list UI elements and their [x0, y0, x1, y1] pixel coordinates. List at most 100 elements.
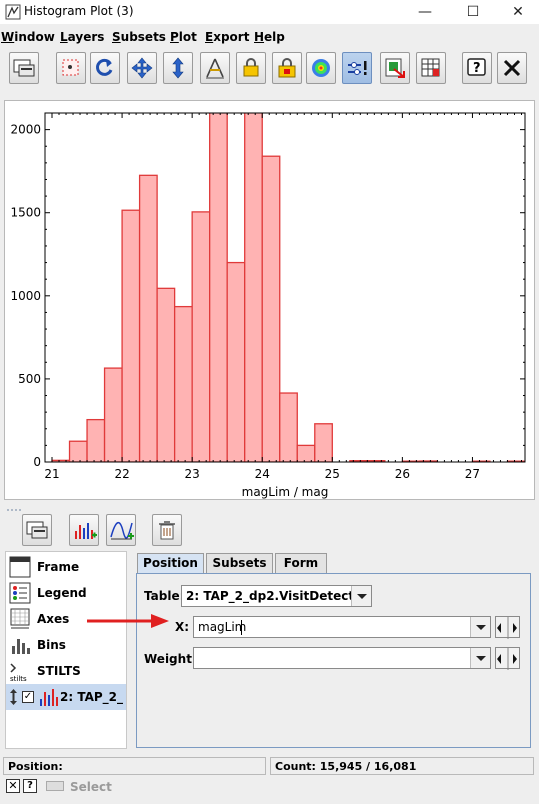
add-histogram-button[interactable] — [69, 514, 99, 546]
histogram-chart[interactable]: 21 22 23 24 25 26 27 0 500 1000 1500 2000 magLim / … — [5, 101, 536, 501]
cumulative-icon — [312, 59, 330, 77]
axis-lock-icon — [243, 58, 259, 77]
x-tick-label: 24 — [255, 467, 270, 481]
close-button[interactable] — [497, 52, 527, 84]
stilts-icon: stilts — [10, 663, 27, 682]
control-stilts[interactable]: stilts STILTS — [6, 658, 126, 684]
close-small-icon[interactable]: ✕ — [6, 779, 20, 793]
layer-checkbox[interactable]: ✓ — [22, 691, 34, 703]
x-tick-label: 22 — [114, 467, 129, 481]
vertical-zoom-icon — [172, 57, 184, 79]
histogram-bar — [103, 367, 123, 462]
control-label: STILTS — [37, 664, 81, 678]
bottom-bar: ✕ ? Select — [0, 777, 539, 797]
help-small-icon[interactable]: ? — [23, 779, 37, 793]
chevron-down-icon — [470, 617, 490, 637]
histogram-bar — [279, 392, 298, 462]
y-tick-label: 500 — [18, 372, 41, 386]
table-button[interactable] — [416, 52, 446, 84]
rescale-icon — [96, 58, 113, 76]
plot-panel[interactable]: 21 22 23 24 25 26 27 0 500 1000 1500 2000 magLim / … — [4, 100, 535, 500]
splitter-handle[interactable] — [0, 503, 539, 511]
navigate-button[interactable] — [127, 52, 157, 84]
help-icon: ? — [467, 58, 486, 76]
menu-help[interactable]: Help — [254, 30, 285, 44]
add-kde-button[interactable] — [106, 514, 136, 546]
lock-button[interactable] — [272, 52, 302, 84]
control-legend[interactable]: Legend — [6, 580, 126, 606]
flow-button[interactable] — [342, 52, 372, 84]
table-icon — [421, 58, 440, 77]
weight-field[interactable] — [193, 647, 491, 669]
new-frame-button[interactable] — [22, 514, 52, 546]
menu-layers[interactable]: Layers — [60, 30, 104, 44]
rescale-button[interactable] — [90, 52, 120, 84]
tab-position[interactable]: Position — [137, 553, 204, 573]
frame-new-icon — [26, 521, 48, 539]
control-layer-2[interactable]: ✓ 2: TAP_2_ — [6, 684, 126, 710]
histogram-bar — [173, 305, 193, 462]
axes-icon — [10, 608, 30, 629]
weight-label: Weight: — [144, 652, 197, 666]
close-window-button[interactable]: ✕ — [495, 0, 539, 24]
help-button[interactable]: ? — [462, 52, 492, 84]
x-stepper[interactable] — [495, 616, 520, 639]
menu-window[interactable]: Window — [1, 30, 55, 44]
status-position: Position: — [3, 757, 266, 775]
table-select[interactable]: 2: TAP_2_dp2.VisitDetector — [181, 585, 372, 607]
x-tick-label: 25 — [325, 467, 340, 481]
vertical-zoom-button[interactable] — [163, 52, 193, 84]
histogram-layer-icon — [40, 689, 58, 706]
x-field[interactable]: magLim — [193, 616, 491, 638]
bins-icon — [12, 639, 30, 654]
select-region-button[interactable] — [56, 52, 86, 84]
close-icon — [503, 59, 521, 77]
histogram-bar — [209, 113, 228, 462]
histogram-bar — [261, 155, 281, 462]
menu-subsets[interactable]: Subsets — [112, 30, 166, 44]
histogram-bar — [68, 440, 88, 462]
navigate-icon — [131, 57, 153, 79]
legend-icon — [9, 582, 31, 604]
control-frame[interactable]: Frame — [6, 554, 126, 580]
cumulative-button[interactable] — [306, 52, 336, 84]
histogram-bar — [121, 209, 141, 462]
histogram-bar — [244, 113, 263, 462]
menu-plot[interactable]: Plot — [170, 30, 197, 44]
control-label: Bins — [37, 638, 66, 652]
x-tick-label: 27 — [465, 467, 480, 481]
histogram-bar — [314, 423, 333, 462]
lock-aspect-button[interactable] — [236, 52, 266, 84]
x-tick-label: 21 — [44, 467, 59, 481]
position-tab-body: Table: 2: TAP_2_dp2.VisitDetector X: mag… — [136, 573, 531, 748]
delete-layer-button[interactable] — [152, 514, 182, 546]
weight-stepper[interactable] — [495, 647, 520, 670]
app-icon — [5, 4, 21, 20]
lock-icon — [278, 58, 296, 78]
new-window-icon — [13, 59, 35, 77]
minimize-button[interactable]: — — [402, 0, 448, 24]
control-label: 2: TAP_2_ — [60, 690, 124, 704]
text-cursor — [241, 620, 242, 635]
control-list: Frame Legend Axes Bins stilts STILTS ✓ 2… — [5, 551, 127, 749]
y-tick-label: 0 — [33, 455, 41, 469]
control-bins[interactable]: Bins — [6, 632, 126, 658]
control-label: Axes — [37, 612, 70, 626]
export-button[interactable] — [380, 52, 410, 84]
x-field-value: magLim — [198, 620, 247, 634]
status-position-text: Position: — [8, 760, 63, 773]
status-count-text: Count: 15,945 / 16,081 — [275, 760, 417, 773]
table-label: Table: — [144, 589, 185, 603]
svg-text:stilts: stilts — [10, 675, 27, 682]
delete-layer-icon — [159, 521, 175, 540]
tab-form[interactable]: Form — [275, 553, 327, 573]
menu-export[interactable]: Export — [205, 30, 249, 44]
main-toolbar: ? — [0, 50, 539, 90]
axis-lock-button[interactable] — [200, 52, 230, 84]
new-window-button[interactable] — [9, 52, 39, 84]
maximize-button[interactable]: ☐ — [450, 0, 496, 24]
y-tick-label: 1500 — [10, 206, 41, 220]
y-tick-label: 2000 — [10, 123, 41, 137]
select-button[interactable]: Select — [70, 780, 112, 794]
tab-subsets[interactable]: Subsets — [206, 553, 273, 573]
